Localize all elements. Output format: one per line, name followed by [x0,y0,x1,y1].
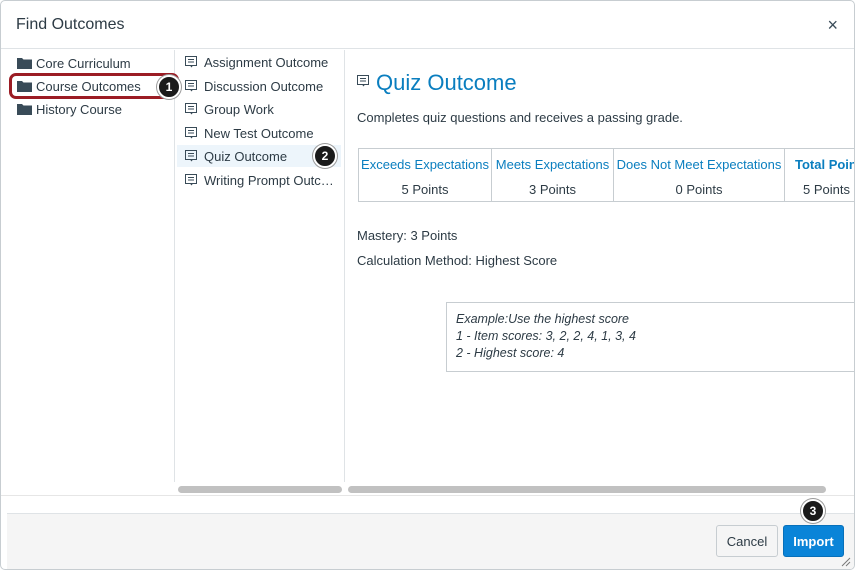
outcome-label: Group Work [204,101,274,117]
outcomes-column-scrollbar[interactable] [178,486,342,493]
outcome-label: Writing Prompt Outco… [204,172,336,188]
outcome-icon [185,79,201,93]
callout-badge-2: 2 [313,144,337,168]
calculation-example-box: Example:Use the highest score 1 - Item s… [446,302,854,372]
outcome-item-group-work[interactable]: Group Work [185,98,343,120]
outcome-icon [185,55,201,69]
rubric-header: Exceeds Expectations [361,157,489,172]
example-line: 1 - Item scores: 3, 2, 2, 4, 1, 3, 4 [456,329,636,343]
example-line: Example:Use the highest score [456,312,630,326]
outcomes-column: Assignment Outcome Discussion Outcome Gr… [175,50,345,482]
close-icon[interactable]: × [827,15,838,36]
rubric-cell-does-not-meet: Does Not Meet Expectations 0 Points [614,149,785,201]
outcome-title-text: Quiz Outcome [376,70,517,95]
folder-icon [17,102,33,116]
outcome-icon [185,102,201,116]
rubric-table: Exceeds Expectations 5 Points Meets Expe… [358,148,854,202]
resize-handle-icon[interactable] [841,557,851,567]
folder-icon [17,56,33,70]
rubric-value: 5 Points [401,182,449,197]
outcome-icon [185,126,201,140]
rubric-value: 5 Points [803,182,850,197]
rubric-value: 3 Points [529,182,576,197]
outcome-detail-panel: Quiz Outcome Completes quiz questions an… [345,50,854,482]
detail-panel-scrollbar[interactable] [348,486,826,493]
group-item-core-curriculum[interactable]: Core Curriculum [17,52,131,74]
outcome-label: Assignment Outcome [204,54,329,70]
mastery-text: Mastery: 3 Points [357,228,458,243]
example-line: 2 - Highest score: 4 [456,346,565,360]
outcome-item-discussion[interactable]: Discussion Outcome [185,75,343,97]
group-label: Core Curriculum [36,55,131,71]
outcome-label: New Test Outcome [204,125,314,141]
outcome-description: Completes quiz questions and receives a … [357,110,683,125]
outcome-icon [357,74,370,92]
calculation-method-text: Calculation Method: Highest Score [357,253,558,268]
dialog-title: Find Outcomes [16,16,125,33]
find-outcomes-dialog: Find Outcomes × Core Curriculum Course O… [0,0,855,570]
rubric-header: Does Not Meet Expectations [616,157,782,172]
outcome-icon [185,173,201,187]
rubric-cell-total: Total Point 5 Points [785,149,854,201]
dialog-footer: Cancel Import [7,513,854,569]
rubric-header: Meets Expectations [495,157,610,172]
outcome-groups-column: Core Curriculum Course Outcomes History … [7,50,175,482]
rubric-cell-exceeds: Exceeds Expectations 5 Points [359,149,492,201]
group-item-history-course[interactable]: History Course [17,98,122,120]
outcome-icon [185,149,201,163]
outcome-label: Discussion Outcome [204,78,324,94]
outcome-item-assignment[interactable]: Assignment Outcome [185,51,343,73]
outcome-label: Quiz Outcome [204,148,288,164]
dialog-titlebar: Find Outcomes × [1,1,854,49]
rubric-cell-meets: Meets Expectations 3 Points [492,149,614,201]
outcome-item-writing-prompt[interactable]: Writing Prompt Outco… [185,169,343,191]
cancel-button[interactable]: Cancel [716,525,778,557]
rubric-header: Total Point [795,157,854,172]
import-button[interactable]: Import [783,525,844,557]
outcome-title: Quiz Outcome [357,70,517,96]
group-label: History Course [36,101,122,117]
outcome-item-new-test[interactable]: New Test Outcome [185,122,343,144]
rubric-value: 0 Points [675,182,723,197]
course-outcomes-highlight [9,73,179,99]
callout-badge-3: 3 [801,499,825,523]
